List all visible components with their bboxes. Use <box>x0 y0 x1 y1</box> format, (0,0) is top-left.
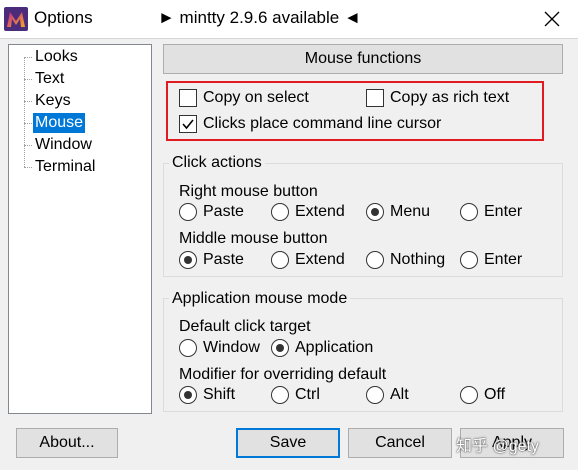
tree-connector <box>24 123 32 124</box>
tree-item-text[interactable]: Text <box>33 69 66 89</box>
tree-item-looks[interactable]: Looks <box>33 47 80 67</box>
radio-indicator <box>179 203 197 221</box>
tree-connector <box>24 145 32 146</box>
modifier-shift-radio[interactable]: Shift <box>179 386 235 404</box>
tree-item-terminal[interactable]: Terminal <box>33 157 97 177</box>
radio-label: Alt <box>390 386 409 403</box>
modifier-off-radio[interactable]: Off <box>460 386 505 404</box>
radio-label: Menu <box>390 203 431 220</box>
radio-indicator <box>271 339 289 357</box>
modifier-ctrl-radio[interactable]: Ctrl <box>271 386 320 404</box>
modifier-alt-radio[interactable]: Alt <box>366 386 409 404</box>
close-button[interactable] <box>532 4 572 34</box>
window-title: Options <box>34 8 93 27</box>
radio-indicator <box>271 203 289 221</box>
target-window-radio[interactable]: Window <box>179 339 260 357</box>
tree-connector <box>24 167 32 168</box>
radio-indicator <box>460 251 478 269</box>
radio-indicator <box>460 203 478 221</box>
radio-indicator <box>460 386 478 404</box>
middle-paste-radio[interactable]: Paste <box>179 251 244 269</box>
radio-label: Ctrl <box>295 386 320 403</box>
radio-label: Window <box>203 339 260 356</box>
tree-connector <box>24 57 25 167</box>
tree-connector <box>24 57 32 58</box>
radio-label: Enter <box>484 251 523 268</box>
tree-item-mouse[interactable]: Mouse <box>33 113 86 133</box>
radio-label: Paste <box>203 251 244 268</box>
save-button[interactable]: Save <box>236 428 340 458</box>
right-mouse-button-label: Right mouse button <box>179 183 318 200</box>
tree-connector <box>24 101 32 102</box>
radio-label: Shift <box>203 386 236 403</box>
highlight-annotation <box>166 81 544 141</box>
radio-indicator <box>179 251 197 269</box>
radio-label: Extend <box>295 203 345 220</box>
update-available-link[interactable]: ► mintty 2.9.6 available ◄ <box>158 8 361 28</box>
radio-label: Enter <box>484 203 523 220</box>
middle-extend-radio[interactable]: Extend <box>271 251 345 269</box>
middle-nothing-radio[interactable]: Nothing <box>366 251 445 269</box>
app-mouse-mode-title: Application mouse mode <box>169 290 351 308</box>
about-button[interactable]: About... <box>16 428 118 458</box>
radio-label: Nothing <box>390 251 446 268</box>
right-paste-radio[interactable]: Paste <box>179 203 244 221</box>
cancel-button[interactable]: Cancel <box>348 428 452 458</box>
tree-item-keys[interactable]: Keys <box>33 91 73 111</box>
tree-item-window[interactable]: Window <box>33 135 94 155</box>
category-tree: Looks Text Keys Mouse Window Terminal <box>8 44 152 414</box>
close-icon <box>544 11 560 27</box>
right-menu-radio[interactable]: Menu <box>366 203 430 221</box>
modifier-label: Modifier for overriding default <box>179 366 387 383</box>
radio-label: Application <box>295 339 374 356</box>
right-enter-radio[interactable]: Enter <box>460 203 522 221</box>
radio-indicator <box>366 203 384 221</box>
radio-indicator <box>271 386 289 404</box>
title-bar: Options ► mintty 2.9.6 available ◄ <box>0 0 578 38</box>
radio-indicator <box>271 251 289 269</box>
middle-enter-radio[interactable]: Enter <box>460 251 522 269</box>
watermark-text: 知乎 @gety <box>456 438 539 455</box>
mintty-logo-icon <box>4 7 28 31</box>
radio-label: Paste <box>203 203 244 220</box>
radio-indicator <box>366 251 384 269</box>
section-title: Mouse functions <box>163 44 563 74</box>
radio-label: Off <box>484 386 506 403</box>
middle-mouse-button-label: Middle mouse button <box>179 230 328 247</box>
radio-indicator <box>366 386 384 404</box>
radio-indicator <box>179 339 197 357</box>
tree-connector <box>24 79 32 80</box>
radio-label: Extend <box>295 251 345 268</box>
default-click-target-label: Default click target <box>179 318 311 335</box>
target-application-radio[interactable]: Application <box>271 339 373 357</box>
click-actions-title: Click actions <box>169 154 265 172</box>
right-extend-radio[interactable]: Extend <box>271 203 345 221</box>
radio-indicator <box>179 386 197 404</box>
